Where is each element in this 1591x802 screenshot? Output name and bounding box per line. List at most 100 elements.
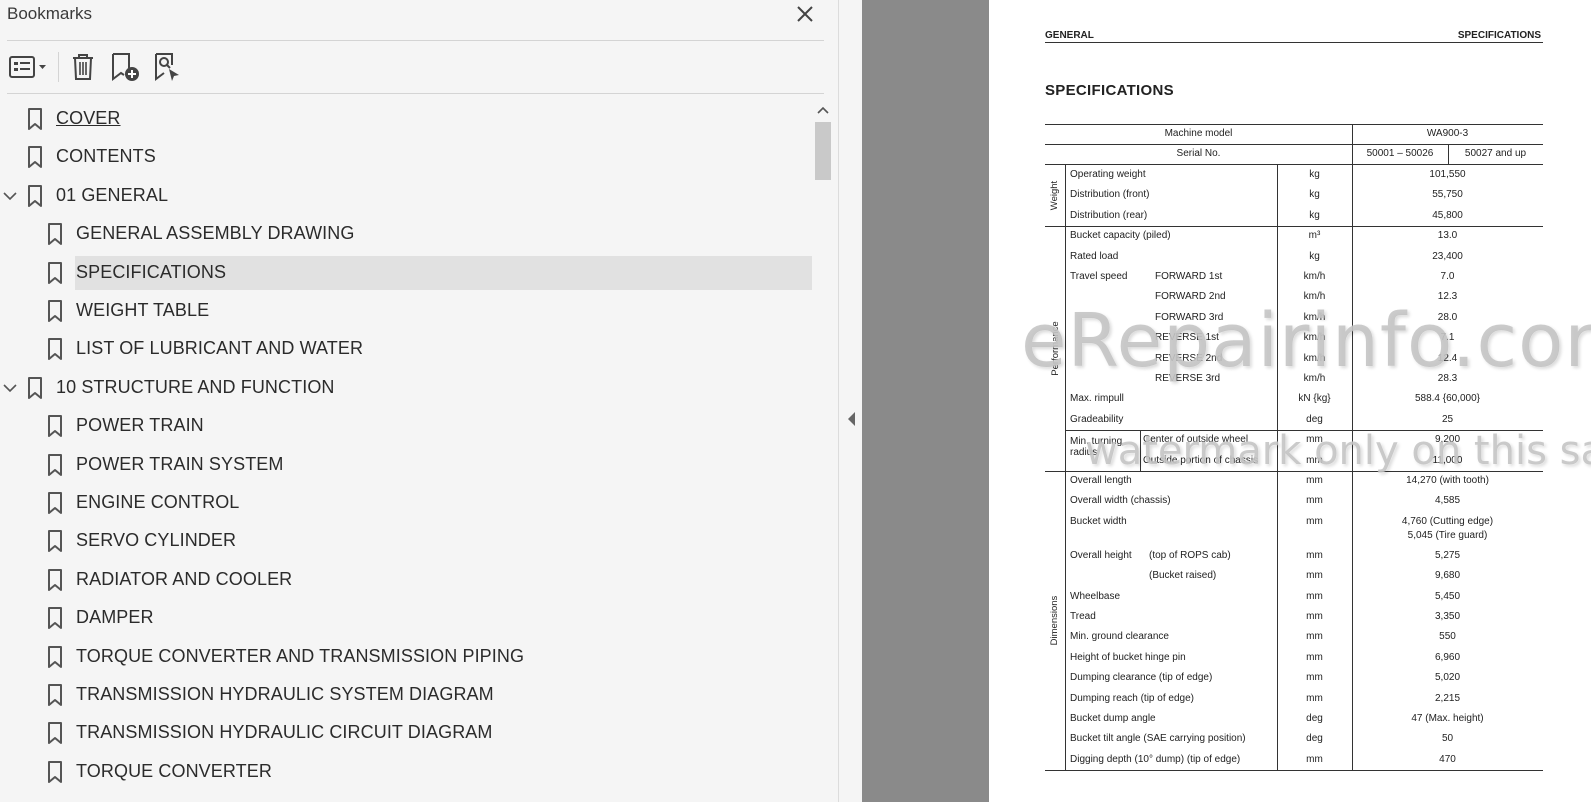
bookmark-label: DAMPER <box>76 607 154 628</box>
bookmark-item[interactable]: POWER TRAIN <box>0 409 812 443</box>
bookmark-item[interactable]: TRANSMISSION HYDRAULIC SYSTEM DIAGRAM <box>0 678 812 712</box>
scroll-up-button[interactable] <box>813 102 833 118</box>
toolbar-separator <box>58 52 59 82</box>
spec-value: 101,550 <box>1429 169 1466 180</box>
bookmark-item[interactable]: ENGINE CONTROL <box>0 486 812 520</box>
bookmark-label: GENERAL ASSEMBLY DRAWING <box>76 223 355 244</box>
bookmark-item[interactable]: 01 GENERAL <box>0 179 812 213</box>
spec-unit: mm <box>1306 651 1323 663</box>
table-rule <box>1065 165 1066 771</box>
spec-value: 14,270 (with tooth) <box>1406 475 1489 486</box>
bookmark-item[interactable]: TORQUE CONVERTER <box>0 755 812 789</box>
spec-unit: kg <box>1309 169 1320 180</box>
bookmark-icon <box>46 530 64 553</box>
spec-value: 5,450 <box>1434 590 1461 602</box>
spec-unit: mm <box>1306 631 1323 643</box>
spec-value: 9,200 <box>1434 434 1461 446</box>
bookmark-label: POWER TRAIN SYSTEM <box>76 453 284 474</box>
spec-item: Overall height <box>1070 549 1132 561</box>
spec-value: 5,275 <box>1434 549 1461 561</box>
spec-value: 588.4 {60,000} <box>1414 393 1481 405</box>
bookmark-item[interactable]: COVER <box>0 102 812 136</box>
bookmark-icon <box>46 760 64 783</box>
scroll-thumb[interactable] <box>815 122 831 180</box>
add-bookmark-icon <box>112 53 139 81</box>
spec-item: Dumping reach (tip of edge) <box>1070 692 1194 704</box>
spec-value: 23,400 <box>1432 250 1463 262</box>
spec-value: 3,350 <box>1434 611 1461 622</box>
delete-bookmark-button[interactable] <box>66 50 100 84</box>
bookmark-scrollbar[interactable] <box>813 100 833 802</box>
spec-value: 550 <box>1439 631 1456 643</box>
spec-unit: deg <box>1306 733 1323 745</box>
bookmark-item[interactable]: 10 STRUCTURE AND FUNCTION <box>0 371 812 405</box>
bookmarks-toolbar <box>0 44 838 90</box>
spec-value: 50 <box>1441 733 1454 745</box>
bookmark-label: TRANSMISSION HYDRAULIC SYSTEM DIAGRAM <box>76 684 494 704</box>
bookmark-item[interactable]: TORQUE CONVERTER AND TRANSMISSION PIPING <box>0 640 812 674</box>
bookmark-icon <box>46 722 64 745</box>
table-rule <box>1045 770 1543 772</box>
bookmark-item[interactable]: RADIATOR AND COOLER <box>0 563 812 597</box>
bookmark-item[interactable]: TRANSMISSION HYDRAULIC CIRCUIT DIAGRAM <box>0 716 812 750</box>
spec-unit: mm <box>1306 590 1323 602</box>
spec-unit: kg <box>1309 189 1320 201</box>
page-title: SPECIFICATIONS <box>1045 82 1174 99</box>
bookmark-icon <box>46 568 64 591</box>
add-bookmark-button[interactable] <box>108 50 142 84</box>
table-rule <box>1140 430 1141 471</box>
spec-item: Min. ground clearance <box>1070 631 1169 643</box>
close-panel-button[interactable] <box>792 2 818 26</box>
bookmark-item[interactable]: SERVO CYLINDER <box>0 524 812 558</box>
bookmark-label: COVER <box>56 108 121 128</box>
bookmark-item[interactable]: DAMPER <box>0 601 812 635</box>
bookmark-icon <box>46 338 64 361</box>
bookmark-label: TRANSMISSION HYDRAULIC CIRCUIT DIAGRAM <box>76 722 493 743</box>
spec-value: 470 <box>1439 753 1456 765</box>
spec-item: Bucket width <box>1070 515 1127 527</box>
machine-model-label: Machine model <box>1164 128 1233 139</box>
spec-item: Tread <box>1070 611 1096 622</box>
spec-sub-item: (top of ROPS cab) <box>1149 549 1231 561</box>
bookmarks-panel: Bookmarks COVER CONTENTS 01 GENERAL GENE… <box>0 0 838 802</box>
bookmark-label: WEIGHT TABLE <box>76 300 210 320</box>
bookmark-tree: COVER CONTENTS 01 GENERAL GENERAL ASSEMBLY … <box>0 100 812 802</box>
spec-item: Overall length <box>1070 475 1132 486</box>
machine-model-value: WA900-3 <box>1426 128 1469 139</box>
close-icon <box>797 6 813 22</box>
bookmark-item[interactable]: SPECIFICATIONS <box>0 255 812 290</box>
bookmark-label: SPECIFICATIONS <box>76 261 227 282</box>
bookmark-item[interactable]: LIST OF LUBRICANT AND WATER <box>0 332 812 366</box>
document-viewer[interactable]: GENERAL SPECIFICATIONS SPECIFICATIONS Ma… <box>862 0 1591 802</box>
spec-value: 45,800 <box>1432 209 1463 221</box>
spec-value: 12.3 <box>1437 291 1458 303</box>
spec-unit: mm <box>1306 570 1323 582</box>
bookmark-label: CONTENTS <box>56 146 156 167</box>
spec-sub-item: FORWARD 1st <box>1155 271 1223 282</box>
collapse-panel-button[interactable] <box>845 410 857 428</box>
panel-splitter[interactable] <box>838 0 862 802</box>
spec-value: 28.3 <box>1437 373 1458 384</box>
spec-item: Bucket tilt angle (SAE carrying position… <box>1070 733 1246 745</box>
bookmark-label: SERVO CYLINDER <box>76 530 237 551</box>
bookmark-label: 01 GENERAL <box>56 184 169 205</box>
bookmark-item[interactable]: GENERAL ASSEMBLY DRAWING <box>0 217 812 251</box>
chevron-down-icon[interactable] <box>2 380 18 396</box>
spec-unit: mm <box>1306 611 1323 622</box>
spec-value: 4,760 (Cutting edge) <box>1401 515 1494 527</box>
spec-value: 55,750 <box>1432 189 1463 201</box>
bookmark-item[interactable]: WEIGHT TABLE <box>0 294 812 328</box>
bookmark-item[interactable]: CONTENTS <box>0 140 812 174</box>
spec-value: 9,680 <box>1434 570 1461 582</box>
options-menu-button[interactable] <box>6 50 50 84</box>
bookmark-label: POWER TRAIN <box>76 415 204 436</box>
spec-sub-item: FORWARD 3rd <box>1155 311 1224 323</box>
spec-item: Distribution (front) <box>1070 189 1150 201</box>
chevron-down-icon[interactable] <box>2 188 18 204</box>
find-bookmark-icon <box>155 53 179 81</box>
bookmark-icon <box>46 261 64 284</box>
spec-value: 7.1 <box>1440 332 1455 344</box>
bookmark-item[interactable]: POWER TRAIN SYSTEM <box>0 448 812 482</box>
spec-unit: mm <box>1306 549 1323 561</box>
find-current-bookmark-button[interactable] <box>150 50 184 84</box>
